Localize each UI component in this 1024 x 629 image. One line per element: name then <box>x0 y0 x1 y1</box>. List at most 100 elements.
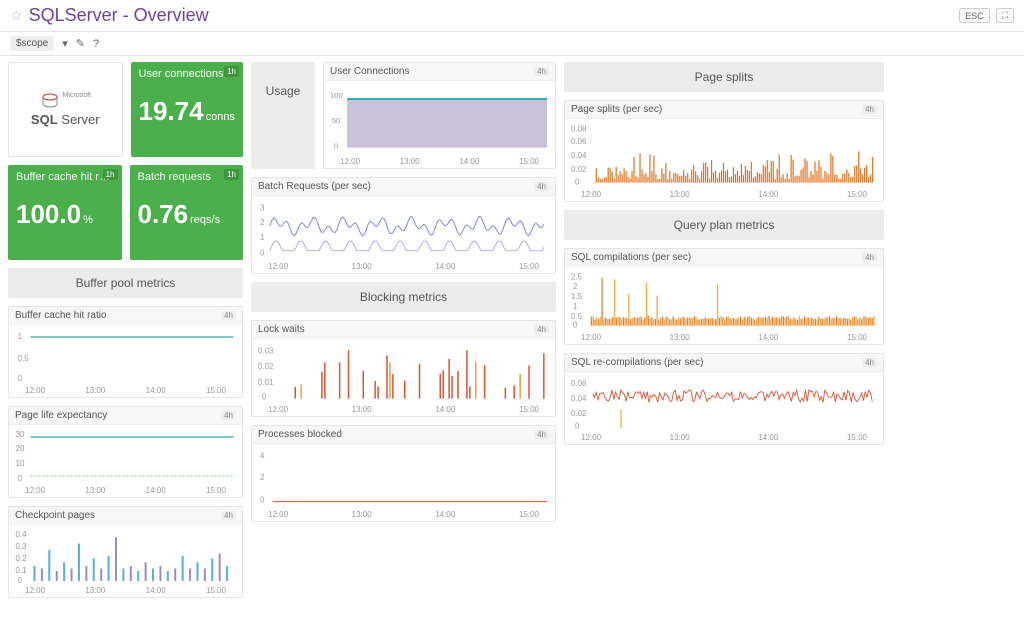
xaxis: 12:0013:0014:0015:00 <box>571 190 877 199</box>
fullscreen-icon[interactable]: ⛶ <box>996 8 1014 23</box>
card-title: Batch Requests (per sec) <box>258 181 371 192</box>
svg-text:3: 3 <box>260 203 265 212</box>
card-timerange: 4h <box>862 253 877 262</box>
svg-text:1: 1 <box>260 233 264 242</box>
svg-text:0: 0 <box>260 249 265 258</box>
card-timerange: 4h <box>534 67 549 76</box>
svg-text:0.5: 0.5 <box>18 354 30 363</box>
svg-text:0: 0 <box>262 393 267 402</box>
tile-unit: reqs/s <box>190 214 220 226</box>
tile-value: 0.76 <box>138 199 189 229</box>
tile-value: 19.74 <box>139 96 204 126</box>
tile-unit: conns <box>206 111 235 123</box>
card-timerange: 4h <box>534 430 549 439</box>
svg-text:50: 50 <box>332 116 340 125</box>
svg-text:1.5: 1.5 <box>571 292 583 301</box>
card-sql-recompilations[interactable]: SQL re-compilations (per sec)4h 0.060.04… <box>564 353 884 445</box>
svg-text:0: 0 <box>575 422 580 431</box>
card-title: Page splits (per sec) <box>571 104 662 115</box>
section-page-splits: Page splits <box>564 62 884 92</box>
buffer-cache-tile[interactable]: Buffer cache hit r… 1h 100.0% <box>8 165 122 260</box>
batch-requests-tile[interactable]: Batch requests 1h 0.76reqs/s <box>130 165 244 260</box>
section-blocking: Blocking metrics <box>251 282 556 312</box>
card-buffer-ratio[interactable]: Buffer cache hit ratio4h 10.50 12:0013:0… <box>8 306 243 398</box>
svg-text:0.2: 0.2 <box>16 554 28 563</box>
card-processes-blocked[interactable]: Processes blocked 4h 4 2 0 12:0013:0014:001… <box>251 425 556 522</box>
help-icon[interactable]: ? <box>93 38 99 50</box>
tile-timerange: 1h <box>224 169 239 180</box>
page-splits-chart: 0.08 0.06 0.04 0.02 0 <box>571 123 877 188</box>
svg-text:10: 10 <box>16 459 25 468</box>
tile-unit: % <box>83 214 93 226</box>
dropdown-icon[interactable]: ▾ <box>62 37 68 50</box>
svg-text:0: 0 <box>18 474 23 483</box>
card-page-life[interactable]: Page life expectancy 4h 30 20 10 0 12:0013:0… <box>8 406 243 498</box>
svg-text:0: 0 <box>18 576 23 584</box>
card-checkpoint[interactable]: Checkpoint pages4h 0.40.30.20.10 12:0013… <box>8 506 243 598</box>
svg-text:0.02: 0.02 <box>571 165 586 174</box>
svg-text:30: 30 <box>16 430 25 439</box>
logo-brand: Microsoft <box>63 92 91 99</box>
scope-selector[interactable]: $scope <box>10 36 54 51</box>
svg-text:0.04: 0.04 <box>571 151 587 160</box>
svg-text:0.01: 0.01 <box>258 378 273 387</box>
svg-text:2: 2 <box>573 282 577 291</box>
svg-text:1: 1 <box>573 302 577 311</box>
section-usage: Usage <box>251 62 315 169</box>
svg-text:0: 0 <box>573 321 578 330</box>
svg-text:4: 4 <box>260 451 265 460</box>
svg-text:0.08: 0.08 <box>571 124 587 133</box>
star-icon[interactable]: ☆ <box>10 7 23 24</box>
svg-text:0: 0 <box>260 496 265 505</box>
card-title: SQL compilations (per sec) <box>571 252 691 263</box>
xaxis: 12:0013:0014:0015:00 <box>15 486 236 495</box>
card-timerange: 4h <box>221 411 236 420</box>
svg-text:2: 2 <box>260 473 264 482</box>
section-query-plan: Query plan metrics <box>564 210 884 240</box>
svg-text:0: 0 <box>575 178 580 187</box>
xaxis: 12:0013:0014:0015:00 <box>15 586 236 595</box>
card-sql-compilations[interactable]: SQL compilations (per sec)4h 2.521.510.5… <box>564 248 884 345</box>
tile-label: Batch requests <box>138 171 236 183</box>
svg-text:2: 2 <box>260 218 264 227</box>
card-lock-waits[interactable]: Lock waits4h 0.030.020.010 12:0013:0014:… <box>251 320 556 417</box>
svg-text:0: 0 <box>18 374 23 383</box>
card-timerange: 4h <box>221 311 236 320</box>
xaxis: 12:0013:0014:0015:00 <box>258 405 549 414</box>
svg-text:0: 0 <box>334 142 338 151</box>
svg-text:0.04: 0.04 <box>571 394 587 403</box>
svg-text:0.06: 0.06 <box>571 137 587 146</box>
svg-text:0.02: 0.02 <box>258 362 273 371</box>
card-title: Checkpoint pages <box>15 510 95 521</box>
svg-text:0.02: 0.02 <box>571 409 586 418</box>
section-buffer: Buffer pool metrics <box>8 268 243 298</box>
card-title: Page life expectancy <box>15 410 107 421</box>
xaxis: 12:0013:0014:0015:00 <box>571 433 877 442</box>
esc-key[interactable]: ESC <box>959 8 990 23</box>
sqlserver-logo-tile: Microsoft SQL Server <box>8 62 123 157</box>
edit-icon[interactable]: ✎ <box>76 37 85 50</box>
batch-requests-chart: 3 2 1 0 <box>258 200 549 260</box>
page-header: ☆ SQLServer - Overview ESC ⛶ <box>0 0 1024 32</box>
column-2: Usage User Connections4h 100500 12:0013:… <box>251 62 556 522</box>
svg-text:0.4: 0.4 <box>16 530 28 539</box>
sql-compilations-chart: 2.521.510.50 <box>571 271 877 331</box>
user-connections-tile[interactable]: User connections 1h 19.74conns <box>131 62 244 157</box>
card-timerange: 4h <box>862 358 877 367</box>
lock-waits-chart: 0.03 0.02 0.01 0 <box>258 343 549 403</box>
card-user-connections[interactable]: User Connections4h 100500 12:0013:0014:0… <box>323 62 556 169</box>
xaxis: 12:0013:0014:0015:00 <box>258 510 549 519</box>
svg-text:20: 20 <box>16 444 25 453</box>
toolbar: $scope ▾ ✎ ? <box>0 32 1024 56</box>
card-title: Processes blocked <box>258 429 342 440</box>
card-timerange: 4h <box>534 182 549 191</box>
svg-text:0.3: 0.3 <box>16 542 28 551</box>
svg-text:2.5: 2.5 <box>571 272 583 281</box>
tile-value: 100.0 <box>16 199 81 229</box>
card-batch-requests[interactable]: Batch Requests (per sec)4h 3210 12:0013:… <box>251 177 556 274</box>
tile-timerange: 1h <box>224 66 239 77</box>
svg-text:0.03: 0.03 <box>258 346 274 355</box>
card-page-splits[interactable]: Page splits (per sec)4h 0.080.060.040.02… <box>564 100 884 202</box>
svg-text:0.06: 0.06 <box>571 379 587 388</box>
card-title: Buffer cache hit ratio <box>15 310 107 321</box>
